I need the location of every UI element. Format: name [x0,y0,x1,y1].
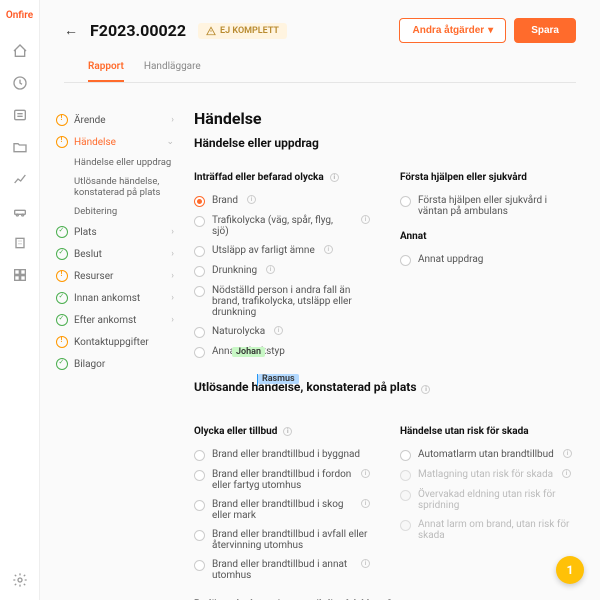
presence-johan: Johan [232,347,265,357]
chevron-right-icon: › [171,227,174,237]
radio-utslaepp[interactable]: Utsläpp av farligt ämne [194,241,370,261]
brand-logo: Onfire [6,10,33,21]
page-header: ← F2023.00022 EJ KOMPLETT Andra åtgärder… [40,0,600,95]
nav-resurser[interactable]: Resurser› [52,265,178,287]
check-icon [56,314,68,326]
car-icon[interactable] [12,203,28,219]
tab-handlers[interactable]: Handläggare [144,53,201,82]
clock-icon[interactable] [12,75,28,91]
radio-o3[interactable]: Brand eller brandtillbud i skog eller ma… [194,495,370,525]
warn-icon [56,336,68,348]
group-label-incident: Inträffad eller befarad olycka [194,172,370,183]
grid-icon[interactable] [12,267,28,283]
nav-rail: Onfire [0,0,40,600]
group-label-norisk: Händelse utan risk för skada [400,426,576,437]
warn-icon [56,136,68,148]
chart-icon[interactable] [12,171,28,187]
tab-report[interactable]: Rapport [88,53,124,82]
info-icon[interactable] [361,499,370,508]
warn-icon [56,114,68,126]
nav-innan[interactable]: Innan ankomst› [52,287,178,309]
other-actions-button[interactable]: Andra åtgärder▾ [399,18,506,43]
cursor-caret [257,374,258,386]
radio-annan[interactable]: Annan olyckstyp [194,342,370,362]
chevron-right-icon: › [171,115,174,125]
radio-natur[interactable]: Naturolycka [194,322,370,342]
check-icon [56,358,68,370]
nav-plats[interactable]: Plats› [52,221,178,243]
radio-h2: Matlagning utan risk för skada [400,465,576,485]
info-icon[interactable] [283,427,292,436]
info-icon[interactable] [266,265,275,274]
presence-rasmus: Rasmus [258,374,299,384]
chevron-right-icon: › [171,271,174,281]
info-icon[interactable] [274,326,283,335]
chevron-down-icon: ▾ [488,25,493,36]
building-icon[interactable] [12,235,28,251]
status-badge: EJ KOMPLETT [198,23,287,39]
info-icon[interactable] [421,385,430,394]
info-icon[interactable] [324,245,333,254]
radio-o1[interactable]: Brand eller brandtillbud i byggnad [194,445,370,465]
info-icon[interactable] [361,215,370,224]
radio-h3: Övervakad eldning utan risk för spridnin… [400,485,576,515]
nav-efter[interactable]: Efter ankomst› [52,309,178,331]
nav-sub-utlosande[interactable]: Utlösande händelse, konstaterad på plats [52,172,178,202]
settings-icon[interactable] [12,572,28,588]
check-icon [56,292,68,304]
section-heading-1: Händelse eller uppdrag [194,136,576,150]
page-title: Händelse [194,109,576,128]
radio-h1[interactable]: Automatlarm utan brandtillbud [400,445,576,465]
nav-sub-debitering[interactable]: Debitering [52,202,178,221]
nav-arende[interactable]: Ärende› [52,109,178,131]
tabs: Rapport Handläggare [64,53,576,83]
group-label-firstaid: Första hjälpen eller sjukvård [400,172,576,183]
info-icon[interactable] [361,559,370,568]
section-nav: Ärende› Händelse⌄ Händelse eller uppdrag… [40,95,190,600]
info-icon[interactable] [247,195,256,204]
notification-fab[interactable]: 1 [556,556,584,584]
radio-o4[interactable]: Brand eller brandtillbud i avfall eller … [194,525,370,555]
info-icon[interactable] [562,469,571,478]
nav-beslut[interactable]: Beslut› [52,243,178,265]
chevron-right-icon: › [171,293,174,303]
home-icon[interactable] [12,43,28,59]
group-label-other: Annat [400,231,576,242]
chevron-right-icon: › [171,249,174,259]
back-button[interactable]: ← [64,22,78,39]
chevron-down-icon: ⌄ [166,137,174,147]
radio-trafik[interactable]: Trafikolycka (väg, spår, flyg, sjö) [194,211,370,241]
check-icon [56,226,68,238]
radio-h4: Annat larm om brand, utan risk för skada [400,515,576,545]
radio-brand[interactable]: Brand [194,191,370,211]
radio-firstaid[interactable]: Första hjälpen eller sjukvård i väntan p… [400,191,576,221]
save-button[interactable]: Spara [514,18,576,43]
section-heading-2: Utlösande händelse, konstaterad på plats [194,380,576,394]
nav-bilagor[interactable]: Bilagor [52,353,178,375]
nav-kontakt[interactable]: Kontaktuppgifter [52,331,178,353]
info-icon[interactable] [330,173,339,182]
radio-o2[interactable]: Brand eller brandtillbud i fordon eller … [194,465,370,495]
nav-handelse[interactable]: Händelse⌄ [52,131,178,153]
warn-icon [56,270,68,282]
radio-other[interactable]: Annat uppdrag [400,250,576,270]
radio-drunkning[interactable]: Drunkning [194,261,370,281]
radio-nod[interactable]: Nödställd person i andra fall än brand, … [194,281,370,322]
radio-o5[interactable]: Brand eller brandtillbud i annat utomhus [194,555,370,585]
group-label-olycka: Olycka eller tillbud [194,426,370,437]
case-id: F2023.00022 [90,21,186,40]
list-icon[interactable] [12,107,28,123]
info-icon[interactable] [563,449,572,458]
nav-sub-handelse-uppdrag[interactable]: Händelse eller uppdrag [52,153,178,172]
check-icon [56,248,68,260]
folder-icon[interactable] [12,139,28,155]
info-icon[interactable] [361,469,370,478]
chevron-right-icon: › [171,315,174,325]
